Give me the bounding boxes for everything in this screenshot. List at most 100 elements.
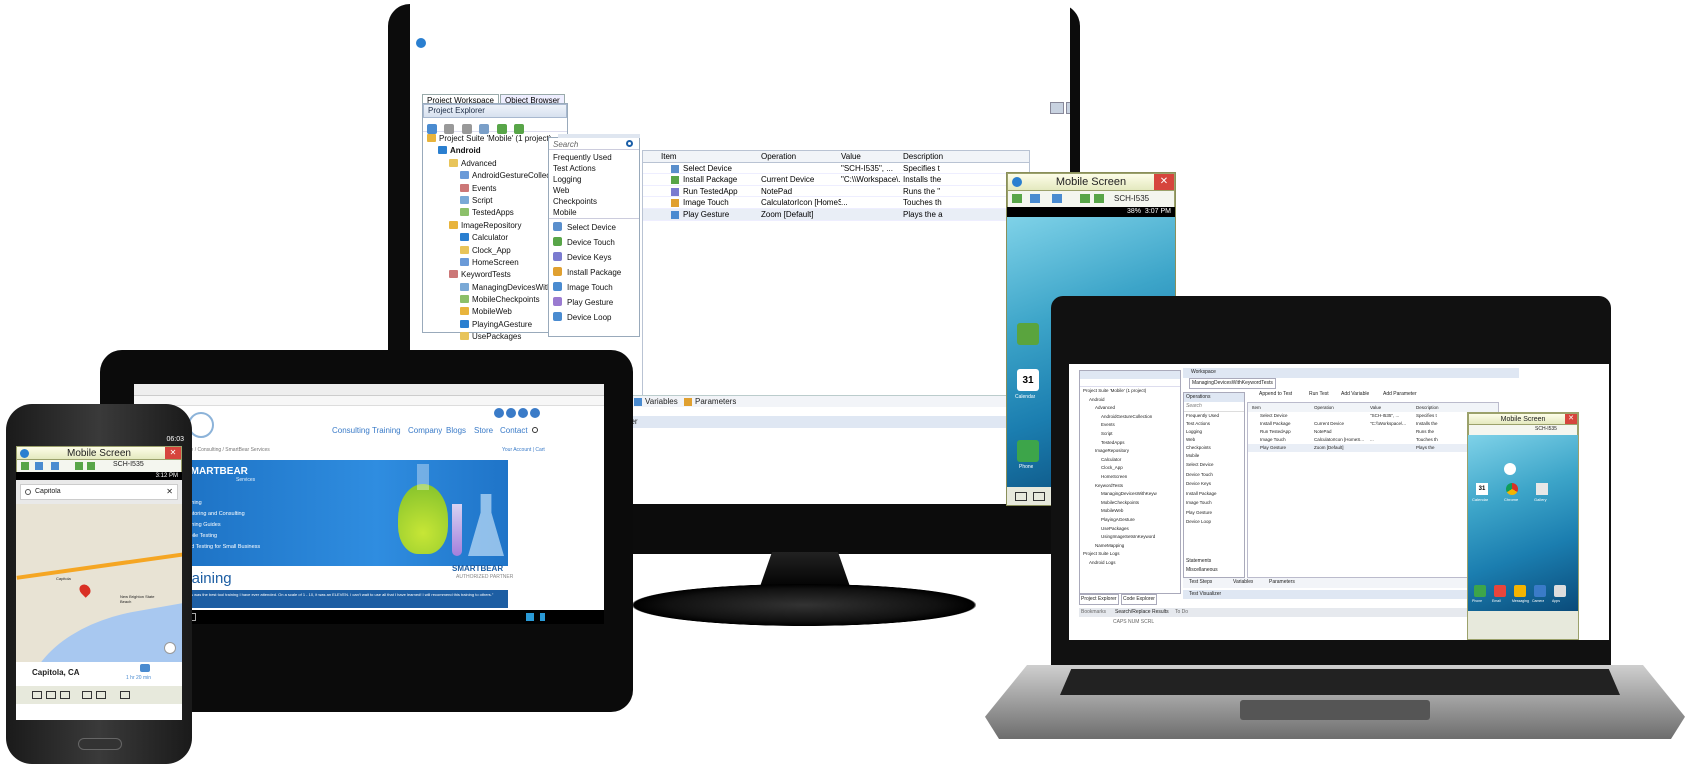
twitter-icon[interactable] [506,408,516,418]
search-icon[interactable] [626,140,633,147]
laptop-tree-item[interactable]: UsingImageSetsInKeyword [1083,533,1180,542]
phone-device-selector[interactable]: SCH-I535 [113,461,144,468]
close-icon[interactable]: ✕ [165,447,181,459]
tree-item[interactable]: MobileCheckpoints [427,294,567,306]
refresh-icon[interactable] [1080,194,1090,203]
place-card[interactable]: Capitola, CA 1 hr 20 min [16,662,182,686]
run-test-button[interactable]: Run Test [1309,390,1329,399]
operations-category[interactable]: Logging [549,174,639,185]
tree-item[interactable]: Android [427,145,567,157]
googleplus-icon[interactable] [518,408,528,418]
operations-category[interactable]: Web [549,185,639,196]
operations-search[interactable]: Search [549,138,639,150]
laptop-tab-variables[interactable]: Variables [1233,578,1253,587]
col-item[interactable]: Item [661,151,751,163]
laptop-ops-command[interactable]: Device Touch [1186,470,1244,480]
operations-category[interactable]: Frequently Used [549,152,639,163]
account-links[interactable]: Your Account | Cart [502,446,545,455]
banner-list-item[interactable]: Load Testing for Small Business [182,542,260,553]
laptop-ops-category[interactable]: Checkpoints [1186,444,1244,452]
home-icon[interactable] [46,691,56,699]
tree-item[interactable]: Script [427,195,567,207]
laptop-table-row[interactable]: Run TestedApp NotePad Runs the [1248,428,1498,436]
calendar-icon[interactable]: 31 [1017,369,1039,391]
tree-item[interactable]: TestedApps [427,207,567,219]
laptop-table-row[interactable]: Image Touch CalculatorIcon [HomeS...... To… [1248,436,1498,444]
table-row[interactable]: Select Device "SCH-I535", ... Specifies t [643,163,1029,175]
laptop-ops-search[interactable]: Search [1184,402,1244,412]
laptop-tree-item[interactable]: Advanced [1083,404,1180,413]
laptop-ops-command[interactable]: Select Device [1186,460,1244,470]
screenshot-icon[interactable] [1030,194,1040,203]
chrome-icon[interactable] [1506,483,1518,495]
laptop-col-header[interactable]: Item [1252,403,1312,412]
table-row[interactable]: Install Package Current Device "C:\\Worksp… [643,174,1029,186]
laptop-ops-command[interactable]: Play Gesture [1186,508,1244,518]
laptop-ops-category[interactable]: Mobile [1186,452,1244,460]
laptop-ops-command[interactable]: Install Package [1186,489,1244,499]
tree-item[interactable]: KeywordTests [427,269,567,281]
laptop-col-header[interactable]: Description [1416,403,1476,412]
laptop-search-replace-tab[interactable]: Search/Replace Results [1115,608,1169,617]
laptop-col-header[interactable]: Operation [1314,403,1368,412]
laptop-table-row[interactable]: Select Device "SCH-I535", ... Specifies t [1248,412,1498,420]
close-icon[interactable]: ✕ [1565,414,1577,424]
phone-icon[interactable] [1017,440,1039,462]
tree-item[interactable]: AndroidGestureCollection [427,170,567,182]
settings-icon[interactable] [87,462,95,470]
tab-variables[interactable]: Variables [645,397,678,406]
laptop-todo-tab[interactable]: To Do [1175,608,1188,617]
operations-category[interactable]: Checkpoints [549,196,639,207]
laptop-tree-item[interactable]: KeywordTests [1083,482,1180,491]
laptop-tab-project-explorer[interactable]: Project Explorer [1079,594,1119,605]
device-selector[interactable]: SCH-I535 [1114,194,1149,203]
laptop-tree-item[interactable]: HomeScreen [1083,473,1180,482]
laptop-table-row[interactable]: Install Package Current Device "C:\\Worksp… [1248,420,1498,428]
tree-item[interactable]: Events [427,183,567,195]
laptop-tree-item[interactable]: NameMapping [1083,542,1180,551]
nav-contact[interactable]: Contact [500,426,528,435]
laptop-tab-test-steps[interactable]: Test Steps [1189,578,1212,587]
laptop-misc[interactable]: Miscellaneous [1186,566,1218,575]
back-icon[interactable] [1015,492,1027,501]
laptop-bookmarks-tab[interactable]: Bookmarks [1081,608,1106,617]
operation-command[interactable]: Play Gesture [549,295,639,310]
laptop-statements[interactable]: Statements [1186,557,1218,566]
my-location-icon[interactable] [164,642,176,654]
operation-command[interactable]: Install Package [549,265,639,280]
operation-command[interactable]: Device Keys [549,250,639,265]
laptop-tree-item[interactable]: Clock_App [1083,464,1180,473]
laptop-tree-item[interactable]: PlayingAGesture [1083,516,1180,525]
banner-list-item[interactable]: Mentoring and Consulting [182,509,260,520]
laptop-ops-category[interactable]: Web [1186,436,1244,444]
tree-item[interactable]: HomeScreen [427,257,567,269]
laptop-ops-category[interactable]: Frequently Used [1186,412,1244,420]
laptop-tree-item[interactable]: Android Logs [1083,559,1180,568]
keyboard-icon[interactable] [1052,194,1062,203]
laptop-ops-category[interactable]: Test Actions [1186,420,1244,428]
tree-item[interactable]: PlayingAGesture [427,319,567,331]
power-icon[interactable] [120,691,130,699]
laptop-tree-item[interactable]: TestedApps [1083,439,1180,448]
restore-icon[interactable] [1066,102,1070,114]
tree-item[interactable]: MobileWeb [427,306,567,318]
menu-icon[interactable] [60,691,70,699]
search-icon[interactable] [532,427,538,433]
back-icon[interactable] [32,691,42,699]
laptop-tree-item[interactable]: Project Suite Logs [1083,550,1180,559]
col-description[interactable]: Description [903,151,1003,163]
maps-search-input[interactable]: Capitola ✕ [20,484,178,500]
dock-app-icon[interactable] [1554,585,1566,597]
settings-icon[interactable] [1094,194,1104,203]
map-view[interactable]: Capitola New Brighton State Beach [16,504,182,662]
tree-item[interactable]: Clock_App [427,245,567,257]
laptop-ops-command[interactable]: Device Loop [1186,517,1244,527]
keyboard-icon[interactable] [51,462,59,470]
tree-item[interactable]: Project Suite 'Mobile' (1 project) [427,133,567,145]
laptop-tree-item[interactable]: Script [1083,430,1180,439]
record-icon[interactable] [21,462,29,470]
add-parameter-button[interactable]: Add Parameter [1383,390,1417,399]
maps-icon[interactable] [1017,323,1039,345]
laptop-tree-item[interactable]: AndroidGestureCollection [1083,413,1180,422]
minimize-icon[interactable] [1050,102,1064,114]
